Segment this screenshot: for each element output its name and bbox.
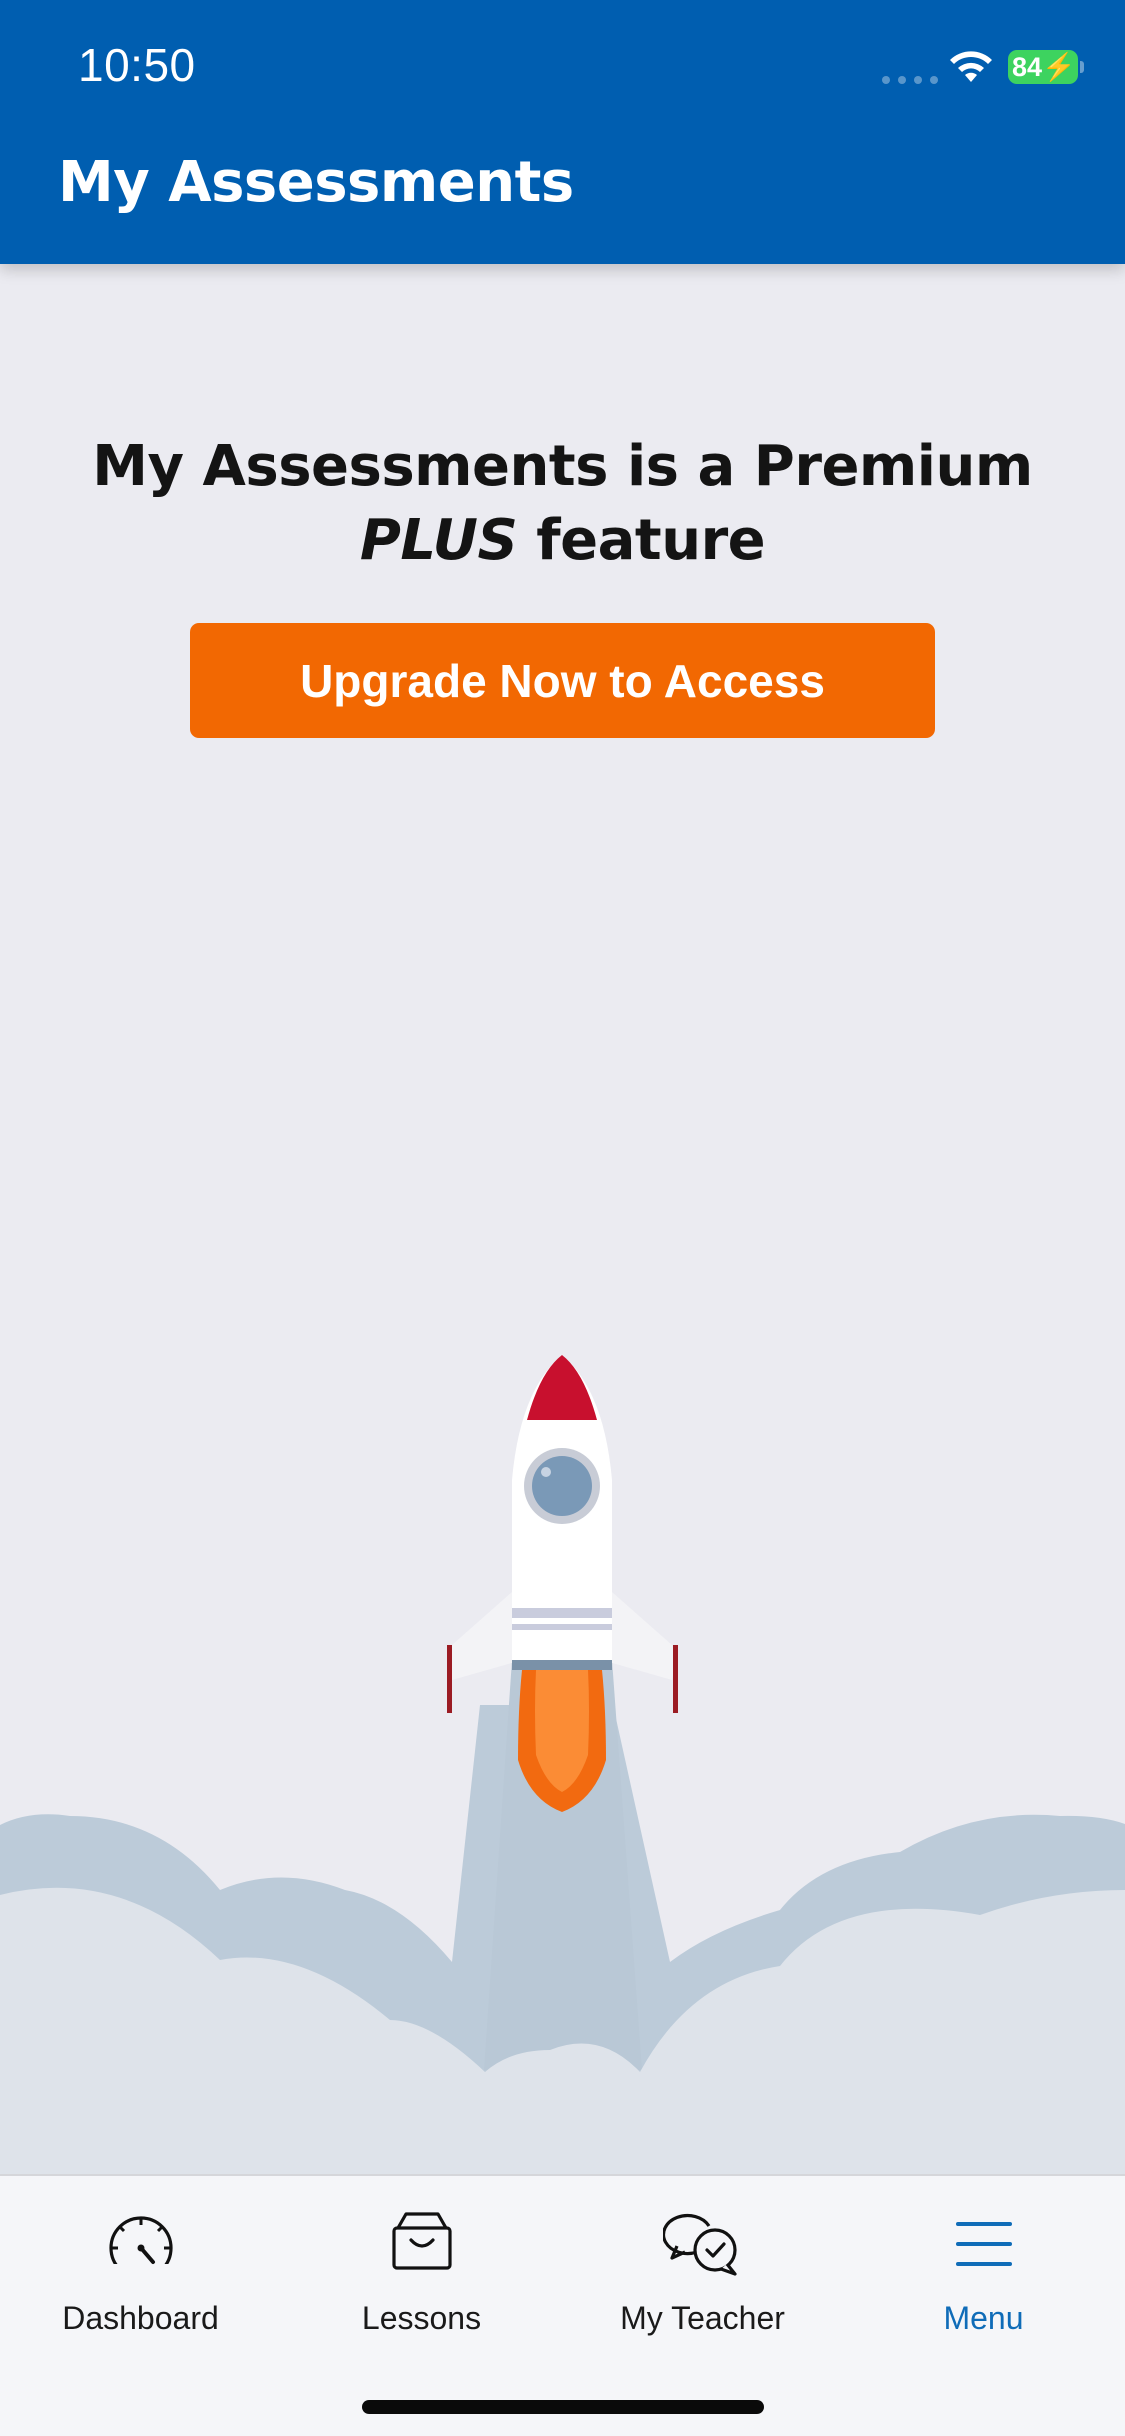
tab-menu-label: Menu — [943, 2300, 1024, 2336]
tab-menu[interactable]: Menu — [843, 2206, 1124, 2346]
status-time: 10:50 — [78, 39, 196, 91]
page-title: My Assessments — [58, 150, 574, 215]
home-indicator[interactable] — [362, 2400, 764, 2414]
app-header: 10:50 84⚡ My Assessments — [0, 0, 1125, 264]
speedometer-icon — [108, 2216, 173, 2284]
wifi-icon — [950, 51, 992, 82]
cellular-signal-icon — [882, 76, 938, 84]
chat-bubbles-icon — [662, 2213, 737, 2276]
hamburger-menu-icon — [955, 2222, 1012, 2266]
bottom-tab-bar: Dashboard Lessons My Teacher Menu — [0, 2174, 1125, 2436]
premium-heading-line1: My Assessments is a Premium — [92, 434, 1033, 499]
tab-my-teacher[interactable]: My Teacher — [562, 2206, 843, 2346]
tab-my-teacher-label: My Teacher — [620, 2300, 785, 2336]
battery-icon: 84⚡ — [1008, 50, 1078, 84]
tab-dashboard-label: Dashboard — [62, 2300, 219, 2336]
tab-lessons-label: Lessons — [361, 2300, 482, 2336]
rocket-launch-illustration — [0, 1355, 1125, 2175]
battery-level: 84 — [1012, 52, 1043, 82]
tab-lessons[interactable]: Lessons — [281, 2206, 562, 2346]
rocket-fin-right — [602, 1592, 675, 1680]
premium-feature-heading: My Assessments is a Premium PLUS feature — [60, 430, 1065, 578]
premium-heading-plus: PLUS — [359, 508, 518, 573]
inbox-tray-icon — [391, 2212, 452, 2270]
rocket-fin-left — [449, 1592, 522, 1680]
battery-tip — [1080, 61, 1084, 73]
tab-dashboard[interactable]: Dashboard — [0, 2206, 281, 2346]
premium-heading-feature: feature — [517, 508, 766, 573]
upgrade-now-button[interactable]: Upgrade Now to Access — [190, 623, 935, 738]
